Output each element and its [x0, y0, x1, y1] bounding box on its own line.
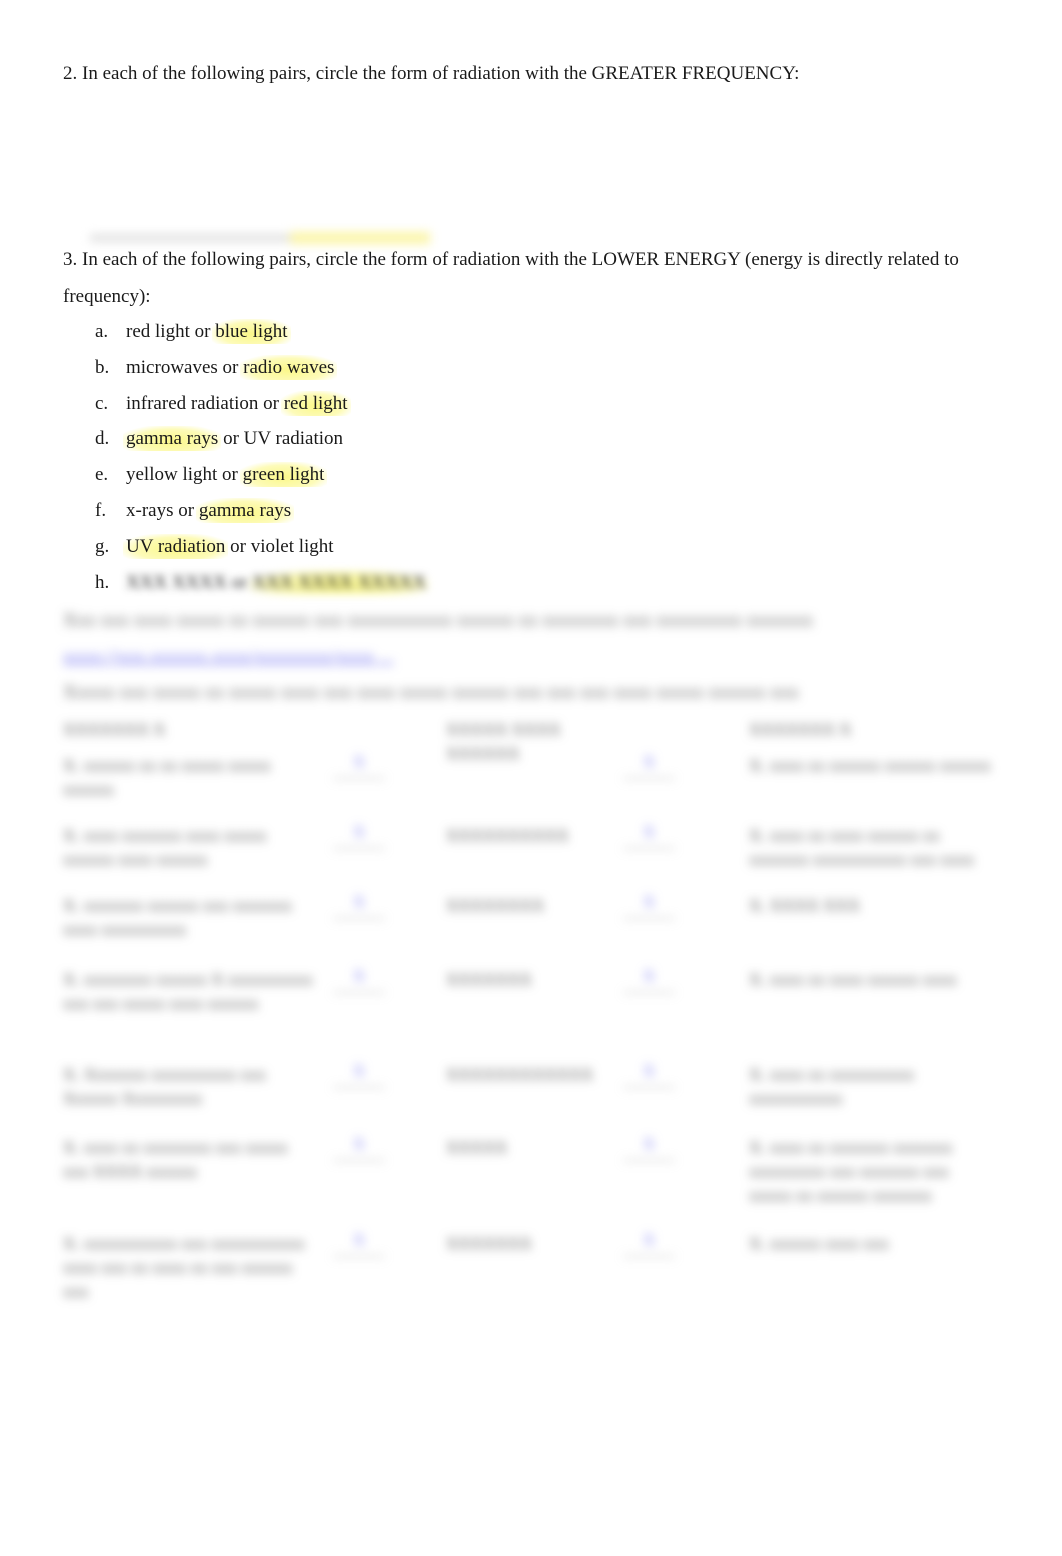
- item-label: a.: [95, 321, 109, 342]
- radiation-type: XXXXXXXX: [446, 896, 545, 915]
- header-column-2: XXXXX XXXX XXXXXX: [446, 720, 561, 763]
- list-item: h. XXX XXXX or XXX XXXX XXXXX: [95, 565, 430, 601]
- question-2-prompt: 2. In each of the following pairs, circl…: [63, 63, 800, 84]
- item-label: f.: [95, 499, 107, 521]
- answer-blank-left[interactable]: X: [333, 1232, 385, 1257]
- left-description: X. xxxxxxx xxxxxx xxx xxxxxxx xxxx xxxxx…: [63, 896, 293, 939]
- answer-blank-right[interactable]: X: [623, 1232, 675, 1257]
- radiation-type: XXXXXXX: [446, 1234, 532, 1253]
- highlighted-answer[interactable]: red light: [280, 390, 351, 416]
- list-item: a. red light or blue light: [95, 314, 426, 350]
- highlighted-answer[interactable]: green light: [239, 462, 328, 488]
- right-description: X. xxxx xx xxxx xxxxxx xxxx: [749, 970, 957, 989]
- item-option-text: x-rays or: [126, 499, 199, 521]
- radiation-type: XXXXX: [446, 1138, 508, 1157]
- answer-list: a. red light or blue light b. microwaves or…: [95, 314, 430, 601]
- obscured-prompt: Xxxxx xxx xxxxx xx xxxxx xxxx xxx xxxx x…: [63, 682, 799, 703]
- answer-blank-left[interactable]: X: [333, 968, 385, 993]
- answer-blank-right[interactable]: X: [623, 754, 675, 779]
- highlighted-answer[interactable]: gamma rays: [195, 497, 295, 523]
- item-content: microwaves or radio waves: [126, 354, 338, 380]
- left-description: X. Xxxxxxx xxxxxxxxxx xxx Xxxxxx Xxxxxxx…: [63, 1065, 267, 1108]
- header-column-1: XXXXXXX X: [63, 720, 166, 739]
- item-content: UV radiation or violet light: [123, 533, 334, 559]
- answer-blank-right[interactable]: X: [623, 824, 675, 849]
- answer-blank-left[interactable]: X: [333, 1063, 385, 1088]
- item-label: g.: [95, 535, 110, 557]
- item-label: d.: [95, 428, 110, 450]
- item-option-text: XXX XXXX or: [126, 571, 253, 593]
- highlighted-answer[interactable]: gamma rays: [123, 426, 222, 452]
- item-option-text: or UV radiation: [218, 428, 344, 450]
- answer-blank-left[interactable]: X: [333, 1136, 385, 1161]
- question-3-prompt: 3. In each of the following pairs, circl…: [63, 249, 959, 307]
- list-item: b. microwaves or radio waves: [95, 350, 426, 386]
- obscured-instruction: Xxx xxx xxxx xxxxx xx xxxxxx xxx xxxxxxx…: [63, 610, 813, 631]
- header-column-3: XXXXXXX X: [749, 720, 852, 739]
- right-description: X. xxxx xx xxxxxx xxxxxx xxxxxx: [749, 756, 991, 775]
- right-description: X. XXXX XXX: [749, 896, 860, 915]
- list-item: g. UV radiation or violet light: [95, 529, 426, 565]
- item-label: c.: [95, 392, 109, 414]
- right-description: X. xxxx xx xxxxxxxxxx xxxxxxxxxxx: [749, 1065, 915, 1108]
- answer-blank-right[interactable]: X: [623, 1136, 675, 1161]
- answer-blank-right[interactable]: X: [623, 968, 675, 993]
- answer-blank-right[interactable]: X: [623, 894, 675, 919]
- list-item: d. gamma rays or UV radiation: [95, 421, 426, 457]
- right-description: X. xxxxxx xxxx xxx: [749, 1234, 889, 1253]
- item-label: b.: [95, 356, 110, 378]
- left-description: X. xxxxxxxxxxx xxx xxxxxxxxxxx xxxx xxx …: [63, 1234, 305, 1301]
- list-item: e. yellow light or green light: [95, 457, 426, 493]
- item-content: infrared radiation or red light: [126, 390, 351, 416]
- answer-blank-right[interactable]: X: [623, 1063, 675, 1088]
- obscured-link[interactable]: xxxx://xxx.xxxxxx.xxxx/xxxxxxxx/xxxx ...: [63, 647, 393, 669]
- item-option-text: yellow light or: [126, 464, 243, 486]
- item-content: yellow light or green light: [126, 462, 328, 488]
- item-option-text: or violet light: [225, 535, 334, 557]
- answer-blank-left[interactable]: X: [333, 754, 385, 779]
- list-item: f. x-rays or gamma rays: [95, 493, 426, 529]
- highlighted-answer[interactable]: radio waves: [240, 354, 338, 380]
- item-label: e.: [95, 464, 109, 486]
- right-description: X. xxxx xx xxxxxxx xxxxxxx xxxxxxxxx xxx…: [749, 1138, 953, 1205]
- item-option-text: microwaves or: [126, 356, 244, 378]
- answer-blank-left[interactable]: X: [333, 894, 385, 919]
- right-description: X. xxxx xx xxxx xxxxxx xx xxxxxxx xxxxxx…: [749, 826, 975, 869]
- radiation-type: XXXXXXXXXXXX: [446, 1065, 594, 1084]
- left-description: X. xxxx xx xxxxxxxx xxx xxxxx xxx XXXX x…: [63, 1138, 288, 1181]
- radiation-type: XXXXXXX: [446, 970, 532, 989]
- left-description: X. xxxxxxxx xxxxxx X xxxxxxxxxx xxx xxx …: [63, 970, 313, 1013]
- item-content: XXX XXXX or XXX XXXX XXXXX: [126, 569, 430, 595]
- highlighted-answer[interactable]: UV radiation: [123, 533, 229, 559]
- item-content: red light or blue light: [126, 319, 291, 344]
- answer-blank-left[interactable]: X: [333, 824, 385, 849]
- list-item: c. infrared radiation or red light: [95, 386, 426, 422]
- left-description: X. xxxx xxxxxxx xxxx xxxxx xxxxxx xxxx x…: [63, 826, 267, 869]
- item-option-text: red light or: [126, 321, 216, 342]
- item-label: h.: [95, 571, 110, 593]
- highlighted-answer[interactable]: blue light: [212, 319, 291, 344]
- left-description: X. xxxxxx xx xx xxxxx xxxxx xxxxxx: [63, 756, 271, 799]
- radiation-type: XXXXXXXXXX: [446, 826, 569, 845]
- item-option-text: infrared radiation or: [126, 392, 284, 414]
- item-content: gamma rays or UV radiation: [123, 426, 344, 452]
- item-content: x-rays or gamma rays: [126, 497, 295, 523]
- highlighted-answer[interactable]: XXX XXXX XXXXX: [249, 569, 430, 595]
